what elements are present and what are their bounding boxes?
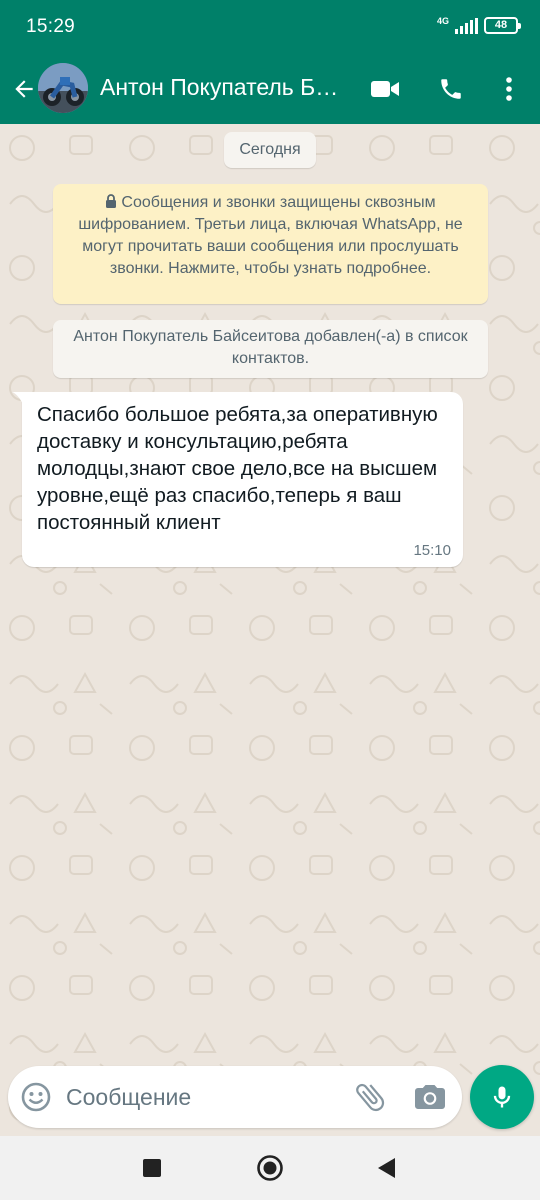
- contact-avatar[interactable]: [38, 63, 88, 113]
- back-button[interactable]: [6, 65, 42, 113]
- home-button[interactable]: [254, 1152, 286, 1184]
- avatar-image: [38, 63, 88, 113]
- voice-call-button[interactable]: [433, 71, 469, 107]
- message-bubble[interactable]: Спасибо большое ребята,за оперативную до…: [12, 392, 463, 567]
- camera-button[interactable]: [412, 1079, 448, 1115]
- message-input[interactable]: [66, 1078, 336, 1116]
- system-nav-bar: [0, 1136, 540, 1200]
- battery-icon: 48: [484, 17, 521, 34]
- chat-area[interactable]: Сегодня Сообщения и звонки защищены скво…: [0, 124, 540, 1134]
- status-time: 15:29: [26, 16, 76, 37]
- recents-button[interactable]: [136, 1152, 168, 1184]
- recents-icon: [143, 1159, 161, 1177]
- back-arrow-icon: [15, 80, 33, 98]
- home-icon: [257, 1155, 283, 1181]
- attach-button[interactable]: [352, 1079, 388, 1115]
- voice-message-button[interactable]: [470, 1065, 534, 1129]
- voice-call-icon: [441, 79, 461, 99]
- more-options-icon: [506, 77, 512, 101]
- contact-added-notice: Антон Покупатель Байсеитова добавлен(-а)…: [53, 320, 488, 378]
- encryption-notice-text: Сообщения и звонки защищены сквозным шиф…: [78, 194, 463, 277]
- camera-icon: [415, 1085, 445, 1109]
- status-bar: 15:29 4G 48: [0, 0, 540, 54]
- video-call-icon: [371, 81, 399, 97]
- contact-name[interactable]: Антон Покупатель Байсеитова: [100, 74, 340, 101]
- message-composer: [8, 1066, 462, 1128]
- video-call-button[interactable]: [367, 71, 403, 107]
- battery-level: 48: [494, 19, 508, 31]
- signal-icon: [455, 17, 478, 34]
- mic-icon: [493, 1086, 511, 1108]
- status-indicators: 4G 48: [436, 16, 521, 34]
- emoji-icon: [21, 1082, 51, 1112]
- bubble-tail: [12, 392, 24, 406]
- chat-header: Антон Покупатель Байсеитова: [0, 54, 540, 124]
- message-time: 15:10: [413, 542, 451, 559]
- more-options-button[interactable]: [491, 71, 527, 107]
- lock-icon: [106, 194, 117, 208]
- encryption-notice[interactable]: Сообщения и звонки защищены сквозным шиф…: [53, 184, 488, 304]
- date-chip: Сегодня: [224, 132, 316, 168]
- back-triangle-icon: [378, 1158, 395, 1178]
- message-text: Спасибо большое ребята,за оперативную до…: [37, 403, 444, 534]
- back-nav-button[interactable]: [370, 1152, 402, 1184]
- emoji-button[interactable]: [20, 1081, 52, 1113]
- network-type: 4G: [436, 16, 449, 26]
- attach-icon: [356, 1083, 385, 1112]
